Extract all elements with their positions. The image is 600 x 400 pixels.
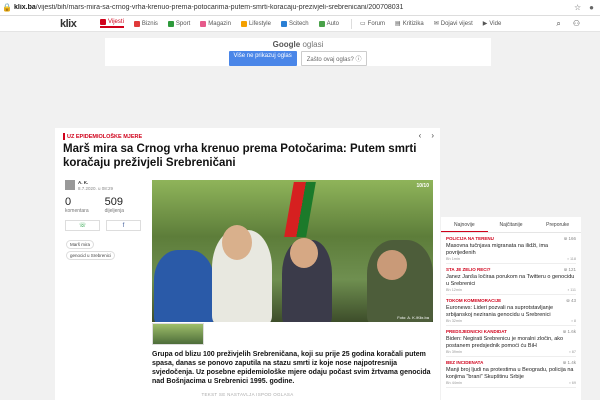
prev-article-icon[interactable]: ‹ [419, 131, 422, 140]
comment-icon: ▪ [569, 381, 571, 385]
comment-icon: ▪ [567, 257, 569, 261]
list-item[interactable]: POLICIJA NA TERENU ⊚ 166 Masovna tučnjava… [446, 233, 576, 264]
comment-icon: ▪ [569, 350, 571, 354]
nav-item-forum[interactable]: ▭ Forum [360, 20, 385, 28]
vijesti-icon [100, 19, 106, 25]
article-title: Marš mira sa Crnog vrha krenuo prema Pot… [63, 143, 417, 169]
photo-person [154, 250, 214, 322]
nav-item-scitech[interactable]: Scitech [280, 20, 309, 27]
tab-najnovije[interactable]: Najnovije [441, 217, 488, 232]
author-block: A. K. 8.7.2020. u 08:29 [65, 180, 113, 192]
article-date: 8.7.2020. u 08:29 [78, 186, 114, 191]
auto-icon [318, 20, 325, 27]
magazin-icon [200, 20, 207, 27]
list-item[interactable]: STA JE ZELIO RECI? ⊚ 121 Janez Janša loči… [446, 264, 576, 295]
url-text[interactable]: klix.ba/vijesti/bih/mars-mira-sa-crnog-v… [14, 4, 574, 11]
nav-item-dojavi[interactable]: ✉ Dojavi vijest [433, 20, 473, 28]
nav-item-biznis[interactable]: Biznis [133, 20, 158, 27]
search-icon[interactable]: ⌕ [556, 19, 560, 29]
photo-thumbnail[interactable] [152, 323, 204, 345]
kritizika-icon: ▤ [395, 21, 401, 27]
video-icon: ▶ [482, 21, 488, 27]
ad-continuation-label: TEKST SE NASTAVLJA ISPOD OGLASA [201, 392, 294, 397]
info-icon: ⓘ [355, 57, 362, 63]
why-ad-button[interactable]: Zašto ovaj oglas? ⓘ [300, 51, 368, 66]
biznis-icon [133, 20, 140, 27]
browser-url-bar[interactable]: 🔒 klix.ba/vijesti/bih/mars-mira-sa-crnog… [0, 0, 600, 16]
nav-item-magazin[interactable]: Magazin [200, 20, 231, 27]
nav-item-kritizika[interactable]: ▤ Kritizika [395, 20, 424, 28]
nav-item-vijesti[interactable]: Vijesti [100, 19, 124, 28]
views-icon: ⊚ [563, 236, 568, 241]
comments-count[interactable]: 0 komentara [65, 196, 89, 214]
photo-credit: Foto: A. K./Klix.ba [397, 315, 429, 320]
news-sidebar: Najnovije Najčitanije Preporuke POLICIJA… [441, 217, 581, 400]
views-icon: ⊚ [562, 329, 567, 334]
list-item[interactable]: BEZ INCIDENATA ⊚ 1.4k Manji broj ljudi na… [446, 357, 576, 388]
site-logo[interactable]: klix [60, 18, 100, 30]
facebook-share-button[interactable]: f [106, 220, 141, 231]
list-item[interactable]: TOKOM KOMEMORACIJE ⊚ 43 Euronews: Lideri … [446, 295, 576, 326]
photo-face [222, 225, 252, 260]
comment-icon: ▪ [571, 319, 573, 323]
main-navigation: klix Vijesti Biznis Sport Magazin Lifest… [0, 16, 600, 32]
views-icon: ⊚ [562, 360, 567, 365]
google-ad-banner: Google oglasi Više ne prikazuj oglas Zaš… [105, 38, 491, 66]
article-lead: Grupa od blizu 100 preživjelih Srebrenič… [152, 351, 431, 385]
tag-mars-mira[interactable]: Marš mira [66, 240, 94, 249]
next-article-icon[interactable]: › [431, 131, 434, 140]
comment-icon: ▪ [567, 288, 570, 292]
user-icon[interactable]: ⚇ [573, 19, 580, 29]
nav-divider [351, 18, 352, 29]
photo-counter: 10/10 [416, 183, 429, 189]
nav-item-lifestyle[interactable]: Lifestyle [240, 20, 271, 27]
sport-icon [167, 20, 174, 27]
list-item[interactable]: PREDSJEDNICKI KANDIDAT ⊚ 1.6k Biden: Negi… [446, 326, 576, 357]
profile-icon[interactable]: ● [589, 3, 594, 12]
dojavi-icon: ✉ [433, 21, 439, 27]
hide-ad-button[interactable]: Više ne prikazuj oglas [228, 51, 297, 66]
scitech-icon [280, 20, 287, 27]
article-container: UZ EPIDEMIOLOŠKE MJERE ‹ › Marš mira sa … [55, 128, 440, 400]
article-category[interactable]: UZ EPIDEMIOLOŠKE MJERE [63, 133, 142, 140]
author-avatar [65, 180, 75, 190]
views-icon: ⊚ [563, 267, 568, 272]
nav-item-video[interactable]: ▶ Vide [482, 20, 502, 28]
nav-item-sport[interactable]: Sport [167, 20, 190, 27]
category-marker [63, 133, 65, 140]
lock-icon: 🔒 [2, 3, 12, 12]
whatsapp-share-button[interactable]: ☏ [65, 220, 100, 231]
shares-count: 509 dijeljenja [104, 196, 125, 214]
nav-item-auto[interactable]: Auto [318, 20, 339, 27]
photo-face [290, 238, 318, 268]
tab-najcitanije[interactable]: Najčitanije [488, 217, 535, 232]
views-icon: ⊚ [565, 298, 570, 303]
tab-preporuke[interactable]: Preporuke [534, 217, 581, 232]
author-name[interactable]: A. K. [78, 180, 88, 185]
article-photo[interactable]: 10/10 Foto: A. K./Klix.ba [152, 180, 433, 322]
forum-icon: ▭ [360, 21, 366, 27]
photo-face [377, 250, 407, 280]
lifestyle-icon [240, 20, 247, 27]
tag-genocid[interactable]: genocid u Srebrenici [66, 251, 116, 260]
star-icon[interactable]: ☆ [574, 3, 581, 12]
ad-label: Google oglasi [272, 40, 324, 49]
